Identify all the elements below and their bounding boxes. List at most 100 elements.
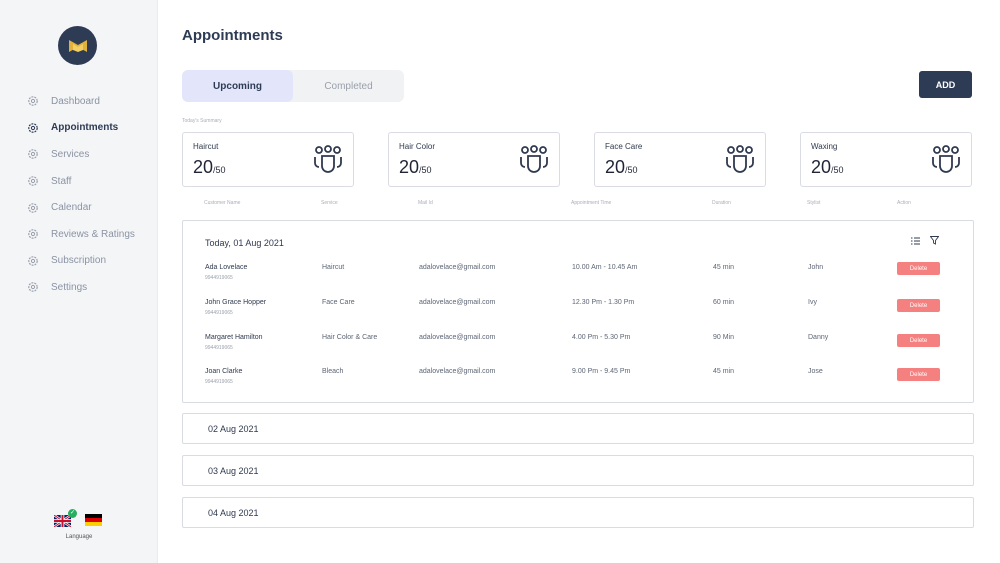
- germany-flag-icon[interactable]: [85, 514, 102, 526]
- panel-title: Today, 01 Aug 2021: [205, 238, 284, 248]
- list-view-icon[interactable]: [911, 237, 920, 245]
- sidebar-item-reviews[interactable]: Reviews & Ratings: [27, 221, 135, 248]
- gear-icon: [28, 256, 38, 266]
- summary-card-hair-color: Hair Color 20/50: [388, 132, 560, 187]
- sidebar-item-label: Subscription: [51, 255, 107, 267]
- column-header-duration: Duration: [712, 200, 731, 206]
- stylist-cell: Ivy: [808, 299, 817, 306]
- table-row: John Grace Hopper 9944919065 Face Care ad…: [183, 299, 973, 329]
- tab-completed[interactable]: Completed: [293, 70, 404, 102]
- delete-button[interactable]: Delete: [897, 299, 940, 312]
- customer-phone: 9944919065: [205, 379, 233, 385]
- column-header-time: Appointment Time: [571, 200, 612, 206]
- time-cell: 9.00 Pm - 9.45 Pm: [572, 368, 631, 375]
- date-label: 03 Aug 2021: [208, 466, 259, 476]
- customer-name: Joan Clarke: [205, 368, 243, 375]
- summary-card-waxing: Waxing 20/50: [800, 132, 972, 187]
- sidebar-item-label: Calendar: [51, 202, 92, 214]
- date-row-02-aug[interactable]: 02 Aug 2021: [182, 413, 974, 444]
- gear-icon: [28, 176, 38, 186]
- time-cell: 12.30 Pm - 1.30 Pm: [572, 299, 635, 306]
- sidebar-item-appointments[interactable]: Appointments: [27, 115, 135, 142]
- customer-phone: 9944919065: [205, 275, 233, 281]
- summary-card-count: 20/50: [811, 157, 844, 178]
- sidebar-item-label: Reviews & Ratings: [51, 228, 135, 240]
- sidebar: Dashboard Appointments Services Staff Ca…: [0, 0, 158, 563]
- gear-icon: [28, 96, 38, 107]
- table-row: Joan Clarke 9944919065 Bleach adalovelace…: [183, 368, 973, 398]
- tab-upcoming[interactable]: Upcoming: [182, 70, 293, 102]
- duration-cell: 45 min: [713, 368, 735, 375]
- summary-count-total: /50: [625, 165, 638, 175]
- date-row-04-aug[interactable]: 04 Aug 2021: [182, 497, 974, 528]
- uk-flag-icon[interactable]: ✓: [53, 509, 77, 528]
- stylist-cell: Danny: [808, 334, 829, 341]
- time-cell: 10.00 Am - 10.45 Am: [572, 264, 638, 271]
- people-group-icon: [932, 145, 960, 173]
- sidebar-item-label: Settings: [51, 281, 88, 293]
- mail-cell: adalovelace@gmail.com: [419, 264, 496, 271]
- selected-check-icon: ✓: [68, 509, 77, 518]
- gear-icon: [28, 123, 38, 133]
- summary-label: Today's Summary: [182, 118, 222, 124]
- add-button[interactable]: ADD: [919, 71, 972, 98]
- summary-count-value: 20: [399, 157, 420, 177]
- stylist-cell: John: [808, 264, 824, 271]
- gear-icon: [28, 202, 38, 213]
- summary-card-haircut: Haircut 20/50: [182, 132, 354, 187]
- summary-card-face-care: Face Care 20/50: [594, 132, 766, 187]
- summary-count-total: /50: [831, 165, 844, 175]
- filter-icon[interactable]: [930, 236, 939, 245]
- gear-icon: [28, 282, 38, 293]
- summary-count-total: /50: [213, 165, 226, 175]
- duration-cell: 45 min: [713, 264, 735, 271]
- table-row: Ada Lovelace 9944919065 Haircut adalovela…: [183, 262, 973, 294]
- delete-button[interactable]: Delete: [897, 262, 940, 275]
- summary-card-count: 20/50: [193, 157, 226, 178]
- sidebar-item-services[interactable]: Services: [27, 141, 135, 168]
- sidebar-item-subscription[interactable]: Subscription: [27, 248, 135, 275]
- brand-logo: [58, 26, 97, 65]
- sidebar-item-label: Appointments: [51, 122, 119, 134]
- sidebar-item-dashboard[interactable]: Dashboard: [27, 88, 135, 115]
- customer-name: John Grace Hopper: [205, 299, 267, 306]
- people-group-icon: [314, 145, 342, 173]
- today-appointments-panel: Today, 01 Aug 2021 Ada Lovelace 994491906…: [182, 220, 974, 403]
- service-cell: Bleach: [322, 368, 344, 375]
- customer-phone: 9944919065: [205, 345, 233, 351]
- sidebar-item-calendar[interactable]: Calendar: [27, 194, 135, 221]
- summary-card-title: Hair Color: [399, 142, 436, 151]
- stylist-cell: Jose: [808, 368, 823, 375]
- table-row: Margaret Hamilton 9944919065 Hair Color &…: [183, 334, 973, 364]
- sidebar-item-label: Staff: [51, 175, 72, 187]
- delete-button[interactable]: Delete: [897, 368, 940, 381]
- service-cell: Face Care: [322, 299, 355, 306]
- panel-tools: [911, 236, 939, 245]
- date-label: 02 Aug 2021: [208, 424, 259, 434]
- people-group-icon: [520, 145, 548, 173]
- gear-icon: [28, 149, 38, 160]
- language-switcher: ✓ Language: [53, 509, 104, 540]
- language-label: Language: [65, 534, 93, 540]
- summary-card-count: 20/50: [399, 157, 432, 178]
- summary-card-title: Waxing: [811, 142, 838, 151]
- time-cell: 4.00 Pm - 5.30 Pm: [572, 334, 631, 341]
- service-cell: Haircut: [322, 264, 345, 271]
- summary-card-title: Haircut: [193, 142, 219, 151]
- date-label: 04 Aug 2021: [208, 508, 259, 518]
- column-header-customer: Customer Name: [204, 200, 241, 206]
- page-title: Appointments: [182, 27, 283, 44]
- service-cell: Hair Color & Care: [322, 334, 378, 341]
- column-header-mail: Mail Id: [418, 200, 433, 206]
- customer-phone: 9944919065: [205, 310, 233, 316]
- duration-cell: 60 min: [713, 299, 735, 306]
- appointment-tabs: Upcoming Completed: [182, 70, 404, 102]
- mail-cell: adalovelace@gmail.com: [419, 299, 496, 306]
- delete-button[interactable]: Delete: [897, 334, 940, 347]
- sidebar-item-settings[interactable]: Settings: [27, 274, 135, 301]
- people-group-icon: [726, 145, 754, 173]
- date-row-03-aug[interactable]: 03 Aug 2021: [182, 455, 974, 486]
- mail-cell: adalovelace@gmail.com: [419, 334, 496, 341]
- sidebar-item-staff[interactable]: Staff: [27, 168, 135, 195]
- column-header-action: Action: [897, 200, 911, 206]
